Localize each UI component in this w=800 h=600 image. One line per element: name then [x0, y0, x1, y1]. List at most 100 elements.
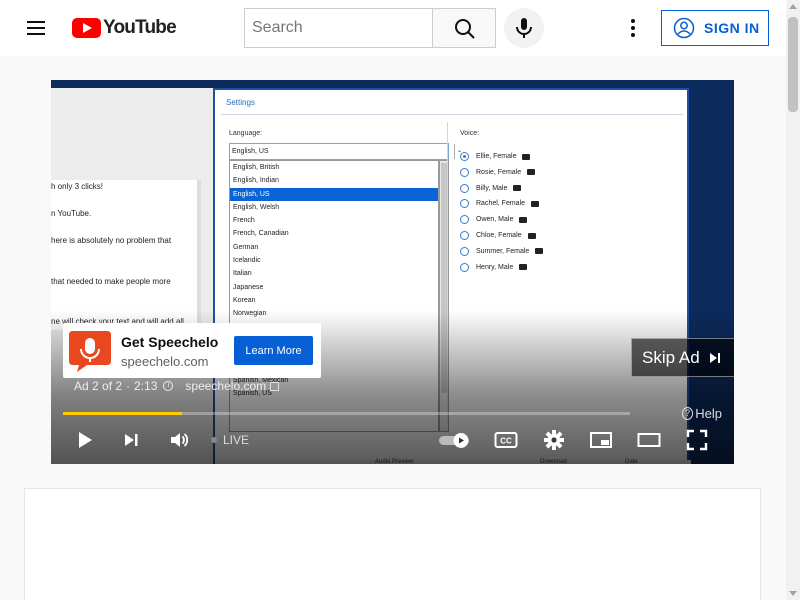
page-scrollbar[interactable] [786, 0, 800, 600]
captions-icon: CC [494, 432, 518, 448]
radio-icon [460, 167, 469, 177]
skip-next-icon [708, 351, 722, 365]
search-button[interactable] [432, 8, 496, 48]
video-frame-language-select: English, US ⌄ [229, 143, 462, 160]
divider [221, 114, 683, 115]
video-frame-language-option: English, Welsh [233, 203, 280, 211]
video-frame-language-option: German [233, 243, 259, 251]
scroll-down-arrow-icon[interactable] [789, 591, 797, 596]
skip-ad-button[interactable]: Skip Ad [631, 338, 734, 377]
help-button[interactable]: ? Help [682, 403, 722, 423]
ad-domain-link[interactable]: speechelo.com [185, 379, 266, 393]
voice-search-button[interactable] [504, 8, 544, 48]
ad-overlay-card[interactable]: Get Speechelo speechelo.com Learn More [63, 323, 321, 378]
video-frame-dialog-title: Settings [226, 98, 255, 107]
settings-more-button[interactable] [621, 16, 645, 40]
video-frame-voice-label: Chloe, Female [476, 232, 522, 239]
radio-icon [460, 183, 469, 193]
gear-icon [544, 430, 564, 450]
preview-play-icon [531, 200, 540, 207]
video-frame-voice-option: Rachel, Female [460, 199, 540, 209]
play-button[interactable] [73, 428, 97, 452]
video-frame-voice-label: Rosie, Female [476, 168, 522, 176]
live-label: LIVE [223, 433, 250, 447]
ad-url[interactable]: speechelo.com [121, 354, 208, 369]
miniplayer-icon [590, 432, 612, 448]
ad-duration: 2:13 [134, 379, 158, 393]
settings-button[interactable] [542, 428, 566, 452]
video-frame-voice-label: Henry, Male [476, 263, 514, 271]
external-link-icon[interactable] [270, 381, 280, 391]
video-frame-voice-option: Rosie, Female [460, 167, 536, 177]
video-frame-text-line: here is absolutely no problem that [51, 236, 172, 245]
video-frame-language-option: Icelandic [233, 257, 261, 265]
video-frame-language-label: Language: [229, 130, 263, 137]
video-frame-voice-label: Rachel, Female [476, 200, 526, 208]
scrollbar-thumb[interactable] [788, 17, 798, 112]
skip-next-icon [125, 434, 138, 446]
video-frame-voice-option: Owen, Male [460, 215, 528, 225]
fullscreen-button[interactable] [685, 428, 709, 452]
mute-button[interactable] [167, 428, 191, 452]
video-frame-text-area: h only 3 clicks! n YouTube. here is absolu… [51, 180, 197, 330]
volume-icon [171, 433, 189, 447]
radio-icon [460, 231, 469, 240]
live-indicator[interactable]: LIVE [211, 433, 249, 447]
speechelo-logo-icon [69, 331, 111, 372]
radio-icon [460, 246, 469, 256]
guide-menu-button[interactable] [24, 16, 48, 40]
microphone-icon [516, 18, 532, 38]
video-frame-voice-option: Chloe, Female [460, 231, 536, 240]
next-button[interactable] [120, 428, 144, 452]
theater-mode-icon [637, 433, 661, 447]
video-frame-voice-option: Ellie, Female [460, 152, 531, 161]
video-frame-language-option: English, Indian [233, 177, 279, 185]
video-frame-voice-label: Owen, Male [476, 216, 514, 224]
autoplay-toggle[interactable] [437, 428, 473, 452]
preview-play-icon [527, 169, 536, 176]
video-frame-language-option: Korean [233, 296, 256, 304]
ad-progress-bar[interactable] [63, 412, 630, 415]
video-frame-voice-label: Ellie, Female [476, 153, 517, 160]
preview-play-icon [527, 232, 536, 239]
video-frame-scrollbar [197, 180, 201, 330]
help-icon: ? [682, 406, 694, 420]
video-frame-language-option: English, US [230, 187, 438, 201]
search-icon [455, 19, 475, 39]
video-player[interactable]: h only 3 clicks! n YouTube. here is absolu… [51, 80, 734, 464]
video-frame-text-line: h only 3 clicks! [51, 182, 104, 191]
video-frame-voice-label: Voice: [460, 130, 480, 137]
video-frame-voice-option: Summer, Female [460, 246, 544, 256]
video-frame-language-option: French, Canadian [233, 230, 289, 238]
radio-icon [460, 152, 469, 161]
preview-play-icon [519, 216, 528, 223]
video-frame-voice-label: Summer, Female [476, 247, 530, 255]
info-icon[interactable]: i [163, 381, 174, 391]
video-frame-text-line: that needed to make people more [51, 276, 171, 286]
video-frame-language-value: English, US [232, 148, 269, 155]
preview-play-icon [513, 185, 522, 192]
video-frame-language-option: Italian [233, 270, 252, 278]
sign-in-button[interactable]: SIGN IN [661, 10, 769, 46]
below-player-panel [24, 488, 761, 600]
masthead: YouTube SIGN IN [0, 0, 786, 56]
preview-play-icon [535, 248, 544, 255]
learn-more-button[interactable]: Learn More [234, 336, 313, 365]
youtube-logo[interactable]: YouTube [72, 17, 177, 39]
scroll-up-arrow-icon[interactable] [789, 4, 797, 9]
theater-mode-button[interactable] [637, 428, 661, 452]
search-input[interactable] [245, 9, 433, 47]
account-icon [673, 17, 695, 39]
captions-button[interactable]: CC [494, 428, 518, 452]
video-frame-voice-option: Henry, Male [460, 262, 528, 272]
sign-in-label: SIGN IN [704, 20, 760, 36]
skip-ad-label: Skip Ad [642, 347, 700, 367]
logo-text: YouTube [103, 17, 177, 38]
miniplayer-button[interactable] [589, 428, 613, 452]
ad-title[interactable]: Get Speechelo [121, 334, 218, 350]
video-frame-text-line: n YouTube. [51, 209, 92, 218]
radio-icon [460, 215, 469, 225]
autoplay-toggle-icon [439, 433, 469, 448]
video-frame-language-option: French [233, 217, 255, 225]
svg-text:CC: CC [500, 437, 512, 446]
